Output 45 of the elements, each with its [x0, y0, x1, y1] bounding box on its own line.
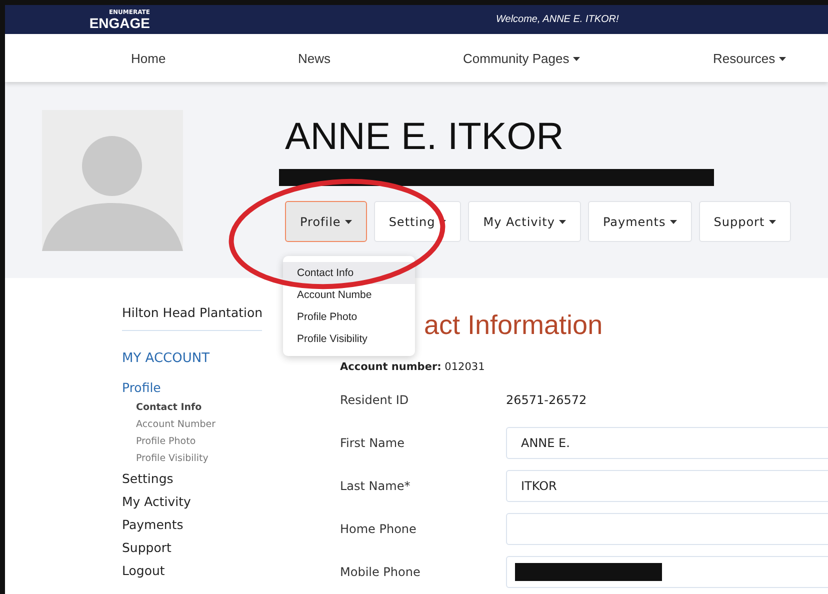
community-name: Hilton Head Plantation [122, 305, 262, 331]
menu-button[interactable]: My Activity [468, 201, 581, 242]
sidebar-subitem[interactable]: Account Number [122, 416, 262, 433]
avatar-icon [42, 110, 183, 251]
field-label: Resident ID [340, 392, 410, 406]
nav-link[interactable]: Resources [713, 50, 786, 66]
menu-button[interactable]: Support [698, 201, 791, 242]
nav-link[interactable]: Community Pages [463, 50, 580, 66]
caret-icon [670, 220, 677, 224]
dropdown-item[interactable]: Account Numbe [283, 284, 415, 306]
input-field[interactable] [506, 556, 828, 588]
profile-name: ANNE E. ITKOR [285, 118, 565, 156]
field-label: First Name [340, 436, 406, 450]
field-label: Mobile Phone [340, 564, 422, 578]
field-value: 26571-26572 [506, 392, 587, 406]
caret-icon [768, 220, 776, 224]
page-heading: act Information [424, 310, 604, 341]
field-label: Last Name* [340, 478, 412, 492]
caret-icon [558, 220, 566, 224]
caret-icon [779, 57, 786, 62]
input-field[interactable]: ITKOR [506, 470, 828, 502]
menu-button[interactable]: Profile [285, 201, 367, 242]
sidebar-item[interactable]: Logout [122, 559, 262, 582]
dropdown-item[interactable]: Profile Photo [283, 306, 415, 328]
section-heading: MY ACCOUNT [122, 351, 211, 366]
dropdown-item[interactable]: Profile Visibility [283, 328, 415, 350]
caret-icon [573, 57, 580, 62]
input-field[interactable] [506, 512, 828, 544]
menu-button[interactable]: Setting [374, 201, 462, 242]
nav-link[interactable]: News [298, 50, 331, 66]
sidebar-item[interactable]: Support [122, 536, 262, 559]
input-field[interactable]: ANNE E. [506, 426, 828, 458]
sidebar-item[interactable]: My Activity [122, 490, 262, 513]
field-label: Home Phone [340, 522, 418, 536]
menu-button[interactable]: Payments [588, 201, 692, 242]
account-number: Account number: 012031 [340, 361, 486, 373]
sidebar-item[interactable]: Profile [122, 376, 262, 399]
welcome-text: Welcome, ANNE E. ITKOR! [496, 14, 619, 25]
sidebar-subitem[interactable]: Contact Info [122, 399, 262, 416]
sidebar-subitem[interactable]: Profile Photo [122, 433, 262, 450]
nav-link[interactable]: Home [131, 50, 166, 66]
sidebar-subitem[interactable]: Profile Visibility [122, 450, 262, 467]
sidebar-item[interactable]: Settings [122, 467, 262, 490]
caret-icon [344, 220, 352, 224]
sidebar-item[interactable]: Payments [122, 513, 262, 536]
